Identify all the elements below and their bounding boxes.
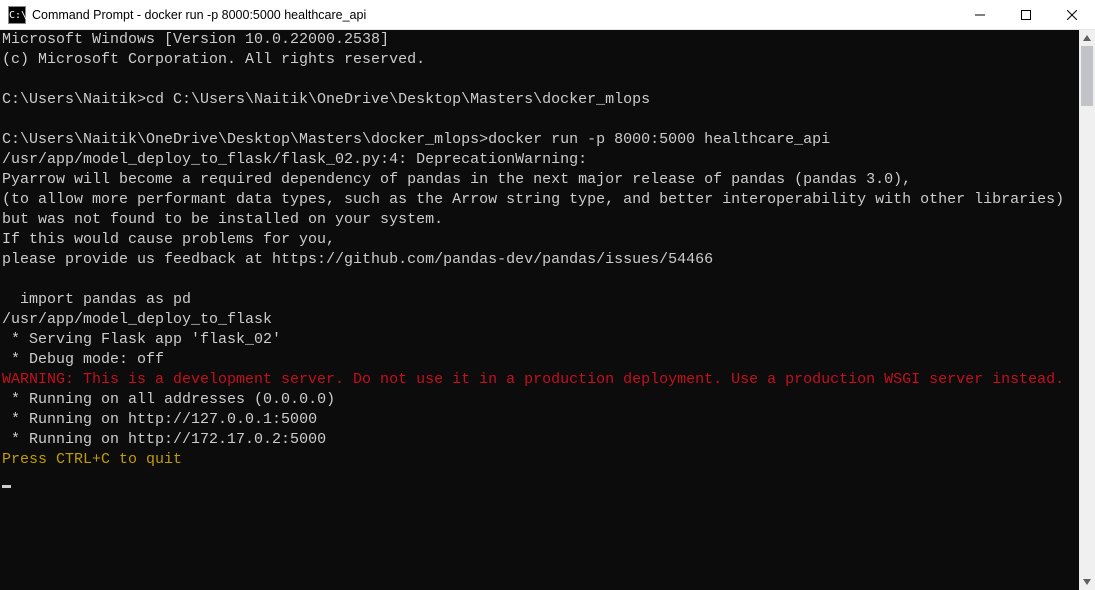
terminal-line: * Running on all addresses (0.0.0.0) <box>2 390 1079 410</box>
command-prompt-window: C:\ Command Prompt - docker run -p 8000:… <box>0 0 1095 590</box>
terminal-line <box>2 270 1079 290</box>
terminal-line: C:\Users\Naitik\OneDrive\Desktop\Masters… <box>2 130 1079 150</box>
terminal-line: * Running on http://127.0.0.1:5000 <box>2 410 1079 430</box>
minimize-button[interactable] <box>957 0 1003 30</box>
terminal-line: Pyarrow will become a required dependenc… <box>2 170 1079 190</box>
titlebar[interactable]: C:\ Command Prompt - docker run -p 8000:… <box>0 0 1095 30</box>
close-button[interactable] <box>1049 0 1095 30</box>
scroll-up-arrow-icon[interactable] <box>1079 30 1095 46</box>
window-title: Command Prompt - docker run -p 8000:5000… <box>32 8 366 22</box>
terminal-line: WARNING: This is a development server. D… <box>2 370 1079 390</box>
terminal-output[interactable]: Microsoft Windows [Version 10.0.22000.25… <box>0 30 1079 590</box>
terminal-line: * Running on http://172.17.0.2:5000 <box>2 430 1079 450</box>
maximize-button[interactable] <box>1003 0 1049 30</box>
cursor-icon <box>2 485 11 488</box>
terminal-line: If this would cause problems for you, <box>2 230 1079 250</box>
terminal-line: * Debug mode: off <box>2 350 1079 370</box>
vertical-scrollbar[interactable] <box>1079 30 1095 590</box>
terminal-line: Press CTRL+C to quit <box>2 450 1079 470</box>
terminal-line: * Serving Flask app 'flask_02' <box>2 330 1079 350</box>
terminal-line: import pandas as pd <box>2 290 1079 310</box>
scrollbar-thumb[interactable] <box>1081 46 1093 106</box>
terminal-line: C:\Users\Naitik>cd C:\Users\Naitik\OneDr… <box>2 90 1079 110</box>
terminal-line: (c) Microsoft Corporation. All rights re… <box>2 50 1079 70</box>
terminal-line: please provide us feedback at https://gi… <box>2 250 1079 270</box>
terminal-line <box>2 70 1079 90</box>
app-icon: C:\ <box>8 6 26 24</box>
terminal-line: /usr/app/model_deploy_to_flask <box>2 310 1079 330</box>
terminal-wrap: Microsoft Windows [Version 10.0.22000.25… <box>0 30 1095 590</box>
terminal-line: Microsoft Windows [Version 10.0.22000.25… <box>2 30 1079 50</box>
terminal-line: but was not found to be installed on you… <box>2 210 1079 230</box>
scroll-down-arrow-icon[interactable] <box>1079 574 1095 590</box>
terminal-line <box>2 110 1079 130</box>
terminal-cursor-line <box>2 470 1079 490</box>
terminal-line: (to allow more performant data types, su… <box>2 190 1079 210</box>
terminal-line: /usr/app/model_deploy_to_flask/flask_02.… <box>2 150 1079 170</box>
